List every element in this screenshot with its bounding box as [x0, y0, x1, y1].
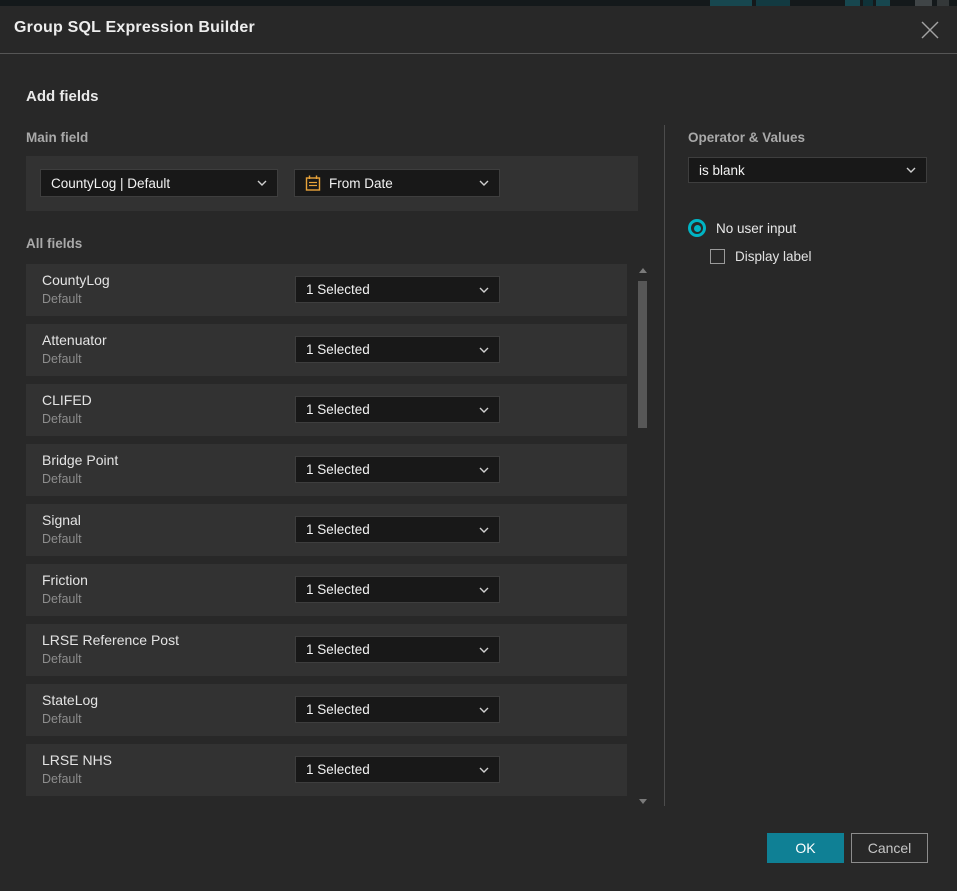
- operator-values-label: Operator & Values: [688, 130, 805, 145]
- field-row: StateLog Default 1 Selected: [26, 684, 627, 736]
- field-sublabel: Default: [42, 352, 82, 366]
- main-field-label: Main field: [26, 130, 88, 145]
- chevron-down-icon: [479, 587, 489, 593]
- field-sublabel: Default: [42, 472, 82, 486]
- vertical-divider: [664, 125, 665, 806]
- field-row: Friction Default 1 Selected: [26, 564, 627, 616]
- field-name: CLIFED: [42, 392, 92, 408]
- chevron-down-icon: [257, 180, 267, 186]
- field-name: Bridge Point: [42, 452, 118, 468]
- field-row: Signal Default 1 Selected: [26, 504, 627, 556]
- chevron-down-icon: [479, 707, 489, 713]
- field-selected-dropdown[interactable]: 1 Selected: [295, 516, 500, 543]
- field-selected-dropdown-label: 1 Selected: [306, 402, 471, 417]
- chevron-down-icon: [479, 527, 489, 533]
- field-row: LRSE NHS Default 1 Selected: [26, 744, 627, 796]
- field-name: LRSE NHS: [42, 752, 112, 768]
- field-selected-dropdown-label: 1 Selected: [306, 342, 471, 357]
- close-icon[interactable]: [919, 19, 941, 41]
- display-label-text: Display label: [735, 249, 812, 264]
- chevron-down-icon: [479, 180, 489, 186]
- field-selected-dropdown-label: 1 Selected: [306, 462, 471, 477]
- field-row: CountyLog Default 1 Selected: [26, 264, 627, 316]
- field-selected-dropdown[interactable]: 1 Selected: [295, 336, 500, 363]
- calendar-icon: [305, 175, 321, 191]
- chevron-down-icon: [479, 347, 489, 353]
- chevron-down-icon: [479, 407, 489, 413]
- no-user-input-radio[interactable]: No user input: [688, 219, 796, 237]
- field-row: Attenuator Default 1 Selected: [26, 324, 627, 376]
- chevron-down-icon: [479, 287, 489, 293]
- field-selected-dropdown-label: 1 Selected: [306, 522, 471, 537]
- main-field-date-value: From Date: [329, 176, 471, 191]
- display-label-checkbox-row[interactable]: Display label: [710, 249, 812, 264]
- field-selected-dropdown-label: 1 Selected: [306, 642, 471, 657]
- field-selected-dropdown[interactable]: 1 Selected: [295, 576, 500, 603]
- all-fields-list: CountyLog Default 1 Selected Attenuator …: [26, 264, 627, 802]
- dialog-title: Group SQL Expression Builder: [14, 19, 255, 37]
- chevron-down-icon: [479, 767, 489, 773]
- field-sublabel: Default: [42, 652, 82, 666]
- field-row: Bridge Point Default 1 Selected: [26, 444, 627, 496]
- field-sublabel: Default: [42, 592, 82, 606]
- ok-button[interactable]: OK: [767, 833, 844, 863]
- operator-dropdown-value: is blank: [699, 163, 898, 178]
- field-selected-dropdown[interactable]: 1 Selected: [295, 636, 500, 663]
- main-field-date-dropdown[interactable]: From Date: [294, 169, 500, 197]
- scrollbar-thumb[interactable]: [638, 281, 647, 428]
- screen: Group SQL Expression Builder Add fields …: [0, 0, 957, 891]
- field-selected-dropdown-label: 1 Selected: [306, 702, 471, 717]
- field-sublabel: Default: [42, 712, 82, 726]
- checkbox-unchecked-icon[interactable]: [710, 249, 725, 264]
- field-selected-dropdown[interactable]: 1 Selected: [295, 756, 500, 783]
- scroll-up-icon[interactable]: [639, 268, 647, 273]
- scroll-down-icon[interactable]: [639, 799, 647, 804]
- field-selected-dropdown[interactable]: 1 Selected: [295, 276, 500, 303]
- field-selected-dropdown[interactable]: 1 Selected: [295, 696, 500, 723]
- add-fields-heading: Add fields: [26, 88, 99, 105]
- field-row: CLIFED Default 1 Selected: [26, 384, 627, 436]
- field-selected-dropdown-label: 1 Selected: [306, 282, 471, 297]
- chevron-down-icon: [906, 167, 916, 173]
- field-row: LRSE Reference Post Default 1 Selected: [26, 624, 627, 676]
- group-sql-expression-builder-dialog: Group SQL Expression Builder Add fields …: [0, 6, 957, 891]
- field-sublabel: Default: [42, 412, 82, 426]
- operator-dropdown[interactable]: is blank: [688, 157, 927, 183]
- radio-selected-icon: [688, 219, 706, 237]
- no-user-input-label: No user input: [716, 221, 796, 236]
- field-name: StateLog: [42, 692, 98, 708]
- field-selected-dropdown-label: 1 Selected: [306, 762, 471, 777]
- field-name: LRSE Reference Post: [42, 632, 179, 648]
- field-name: Attenuator: [42, 332, 107, 348]
- field-sublabel: Default: [42, 532, 82, 546]
- field-selected-dropdown-label: 1 Selected: [306, 582, 471, 597]
- field-selected-dropdown[interactable]: 1 Selected: [295, 456, 500, 483]
- main-field-panel: CountyLog | Default From Date: [26, 156, 638, 211]
- field-name: Friction: [42, 572, 88, 588]
- field-sublabel: Default: [42, 292, 82, 306]
- cancel-button[interactable]: Cancel: [851, 833, 928, 863]
- fields-scrollbar[interactable]: [638, 264, 648, 806]
- field-sublabel: Default: [42, 772, 82, 786]
- field-selected-dropdown[interactable]: 1 Selected: [295, 396, 500, 423]
- chevron-down-icon: [479, 647, 489, 653]
- field-name: CountyLog: [42, 272, 110, 288]
- main-field-source-dropdown[interactable]: CountyLog | Default: [40, 169, 278, 197]
- all-fields-label: All fields: [26, 236, 82, 251]
- main-field-source-value: CountyLog | Default: [51, 176, 249, 191]
- chevron-down-icon: [479, 467, 489, 473]
- dialog-header: Group SQL Expression Builder: [0, 6, 957, 54]
- field-name: Signal: [42, 512, 81, 528]
